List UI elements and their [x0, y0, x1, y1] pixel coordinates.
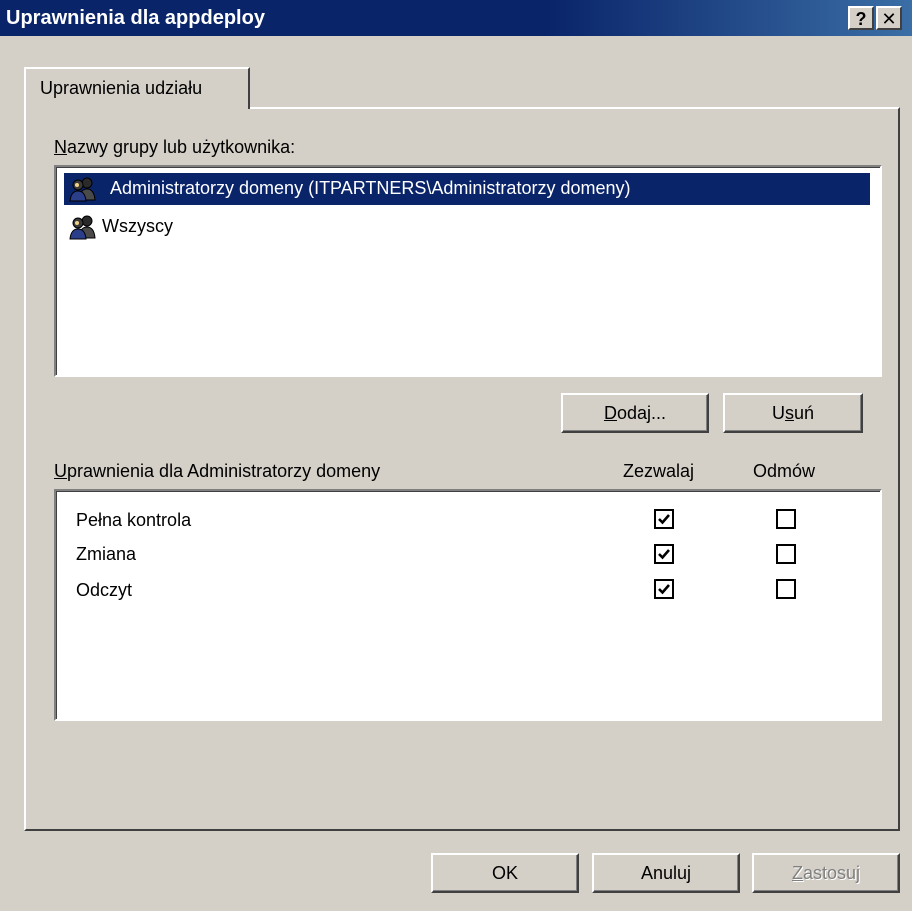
allow-read-checkbox[interactable] [654, 579, 674, 599]
permissions-list[interactable]: Pełna kontrola Zmiana Odczyt [54, 489, 882, 721]
window-title: Uprawnienia dla appdeploy [6, 7, 265, 29]
permission-row-full-control: Pełna kontrola [76, 510, 191, 531]
permission-row-read: Odczyt [76, 580, 132, 601]
title-bar: Uprawnienia dla appdeploy ? ✕ [0, 0, 912, 36]
cancel-button[interactable]: Anuluj [592, 853, 740, 893]
deny-full-control-checkbox[interactable] [776, 509, 796, 529]
help-icon: ? [855, 9, 867, 29]
close-icon: ✕ [881, 9, 897, 29]
permission-name: Odczyt [76, 580, 133, 600]
add-button[interactable]: Dodaj... [561, 393, 709, 433]
users-group-icon [68, 176, 98, 202]
checkmark-icon [658, 549, 670, 560]
checkmark-icon [658, 514, 670, 525]
deny-read-checkbox[interactable] [776, 579, 796, 599]
user-name: Wszyscy [102, 216, 173, 236]
allow-full-control-checkbox[interactable] [654, 509, 674, 529]
apply-button[interactable]: Zastosuj [752, 853, 900, 893]
permission-row-change: Zmiana [76, 544, 136, 565]
checkmark-icon [658, 584, 670, 595]
list-item-administratorzy-domeny[interactable]: Administratorzy domeny (ITPARTNERS\Admin… [64, 173, 870, 205]
users-group-icon [68, 214, 98, 240]
list-item-wszyscy[interactable]: Wszyscy [64, 211, 870, 243]
ok-button[interactable]: OK [431, 853, 579, 893]
remove-button[interactable]: Usuń [723, 393, 863, 433]
permission-name: Zmiana [76, 544, 137, 564]
tab-label: Uprawnienia udziału [40, 78, 203, 98]
permissions-label: Uprawnienia dla Administratorzy domeny [54, 461, 381, 481]
users-list[interactable]: Administratorzy domeny (ITPARTNERS\Admin… [54, 165, 882, 377]
permission-name: Pełna kontrola [76, 510, 192, 530]
help-button[interactable]: ? [848, 6, 874, 30]
allow-change-checkbox[interactable] [654, 544, 674, 564]
close-button[interactable]: ✕ [876, 6, 902, 30]
allow-column-header: Zezwalaj [623, 461, 695, 481]
deny-change-checkbox[interactable] [776, 544, 796, 564]
deny-column-header: Odmów [753, 461, 816, 481]
users-label: Nazwy grupy lub użytkownika: [54, 137, 296, 157]
tab-share-permissions[interactable]: Uprawnienia udziału [24, 67, 250, 109]
user-name: Administratorzy domeny (ITPARTNERS\Admin… [110, 178, 631, 198]
